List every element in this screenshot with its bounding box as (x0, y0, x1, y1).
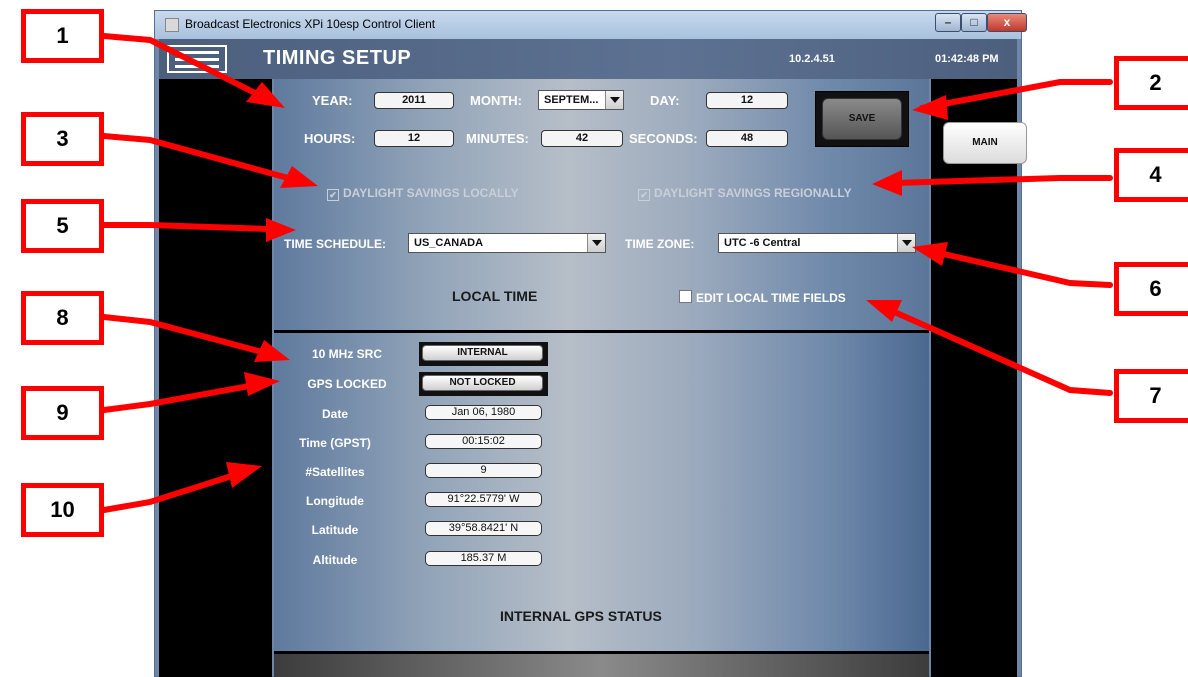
arrow-5 (101, 222, 273, 232)
callout-10: 10 (21, 483, 104, 537)
arrowhead-8 (254, 340, 290, 362)
arrowhead-6 (912, 242, 948, 266)
arrow-7 (887, 307, 1113, 396)
callout-3: 3 (21, 112, 104, 166)
arrow-6 (932, 249, 1113, 288)
arrowhead-2 (912, 95, 948, 120)
arrow-9 (101, 382, 258, 413)
arrow-2 (919, 79, 1113, 111)
arrowhead-1 (246, 82, 285, 108)
callout-1: 1 (21, 9, 104, 63)
arrowhead-9 (244, 372, 280, 396)
arrow-3 (101, 133, 291, 181)
arrowhead-7 (866, 300, 902, 322)
callout-7: 7 (1114, 369, 1188, 423)
arrow-10 (101, 471, 241, 513)
callout-4: 4 (1114, 148, 1188, 202)
callout-2: 2 (1114, 56, 1188, 110)
arrow-8 (101, 314, 265, 355)
callout-8: 8 (21, 291, 104, 345)
callout-5: 5 (21, 199, 104, 253)
callout-6: 6 (1114, 262, 1188, 316)
arrowhead-10 (226, 462, 262, 488)
callout-9: 9 (21, 386, 104, 440)
arrowhead-4 (872, 170, 902, 196)
arrowhead-5 (266, 218, 296, 242)
arrow-1 (101, 33, 258, 96)
callout-arrows (101, 33, 1113, 513)
arrow-4 (892, 175, 1113, 186)
